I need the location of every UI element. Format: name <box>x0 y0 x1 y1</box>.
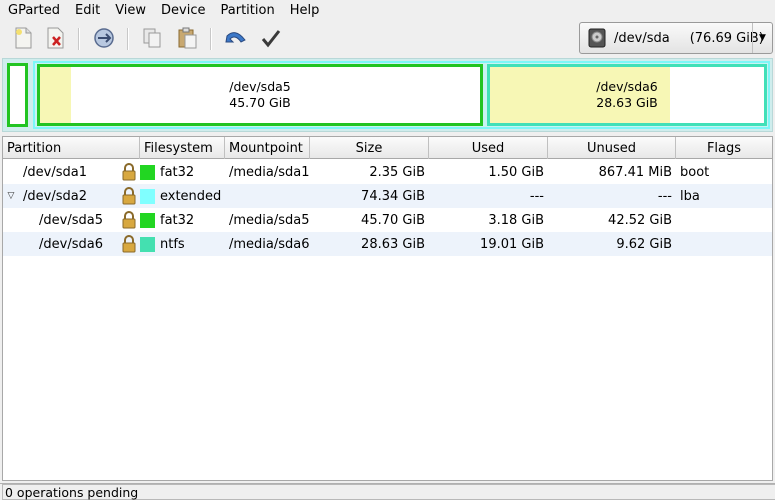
partition-graphic-size: 28.63 GiB <box>596 95 658 110</box>
menu-gparted[interactable]: GParted <box>8 3 60 18</box>
flags: lba <box>680 188 700 204</box>
partition-graphic-size: 45.70 GiB <box>229 95 291 110</box>
column-header-size[interactable]: Size <box>310 137 429 159</box>
new-partition-button[interactable] <box>9 24 37 52</box>
size: 28.63 GiB <box>361 236 425 252</box>
apply-button[interactable] <box>257 24 285 52</box>
unused: 42.52 GiB <box>608 212 672 228</box>
table-header: Partition Filesystem Mountpoint Size Use… <box>3 137 772 159</box>
partition-graphic-sda1[interactable] <box>7 63 28 127</box>
column-header-filesystem[interactable]: Filesystem <box>140 137 225 159</box>
mountpoint: /media/sda6 <box>229 236 310 252</box>
partition-graphic-sda5[interactable]: /dev/sda5 45.70 GiB <box>37 64 483 126</box>
flags <box>676 208 772 232</box>
device-name: /dev/sda <box>614 30 670 46</box>
menubar: GParted Edit View Device Partition Help <box>0 0 775 21</box>
column-header-used[interactable]: Used <box>429 137 548 159</box>
new-icon <box>15 27 32 49</box>
partition-table: Partition Filesystem Mountpoint Size Use… <box>2 136 773 481</box>
lock-icon <box>122 235 136 253</box>
filesystem: ntfs <box>160 236 185 252</box>
copy-button[interactable] <box>138 24 166 52</box>
mountpoint <box>225 184 310 208</box>
filesystem-color-swatch <box>140 212 155 228</box>
chevron-down-icon: ▼ <box>752 23 772 53</box>
disk-graphic: /dev/sda5 45.70 GiB /dev/sda6 28.63 GiB <box>2 58 773 132</box>
expander-icon[interactable]: ▽ <box>5 191 17 201</box>
table-row[interactable]: ▽ /dev/sda2 extended 74.34 GiB --- --- l… <box>3 184 772 208</box>
resize-move-icon <box>94 28 114 48</box>
status-bar: 0 operations pending <box>0 483 775 500</box>
filesystem: fat32 <box>160 164 195 180</box>
menu-view[interactable]: View <box>115 3 146 18</box>
used: 3.18 GiB <box>488 212 544 228</box>
column-header-flags[interactable]: Flags <box>676 137 772 159</box>
size: 74.34 GiB <box>361 188 425 204</box>
paste-icon <box>178 27 197 49</box>
device-selector[interactable]: /dev/sda (76.69 GiB) ▼ <box>579 22 773 54</box>
mountpoint: /media/sda5 <box>229 212 310 228</box>
harddisk-icon <box>588 28 606 48</box>
column-header-unused[interactable]: Unused <box>548 137 676 159</box>
menu-edit[interactable]: Edit <box>75 3 100 18</box>
partition-graphic-name: /dev/sda5 <box>229 79 291 94</box>
toolbar-separator <box>78 28 80 50</box>
resize-move-button[interactable] <box>90 24 118 52</box>
paste-button[interactable] <box>173 24 201 52</box>
toolbar-separator <box>127 28 129 50</box>
undo-button[interactable] <box>222 24 250 52</box>
table-row[interactable]: /dev/sda5 fat32 /media/sda5 45.70 GiB 3.… <box>3 208 772 232</box>
copy-icon <box>143 28 161 48</box>
column-header-mountpoint[interactable]: Mountpoint <box>225 137 310 159</box>
partition-graphic-name: /dev/sda6 <box>596 79 658 94</box>
partition-graphic-label: /dev/sda6 28.63 GiB <box>490 79 764 111</box>
filesystem-color-swatch <box>140 188 155 204</box>
size: 2.35 GiB <box>369 164 425 180</box>
used: 1.50 GiB <box>488 164 544 180</box>
partition-name: /dev/sda5 <box>39 212 103 228</box>
undo-icon <box>225 32 246 43</box>
filesystem-color-swatch <box>140 164 155 180</box>
used: --- <box>529 188 544 204</box>
filesystem: extended <box>160 188 222 204</box>
unused: 867.41 MiB <box>598 164 672 180</box>
unused: --- <box>657 188 672 204</box>
mountpoint: /media/sda1 <box>229 164 310 180</box>
menu-help[interactable]: Help <box>290 3 320 18</box>
delete-icon <box>47 27 64 49</box>
partition-graphic-sda6[interactable]: /dev/sda6 28.63 GiB <box>487 64 767 126</box>
delete-partition-button[interactable] <box>41 24 69 52</box>
filesystem: fat32 <box>160 212 195 228</box>
apply-icon <box>261 30 281 48</box>
filesystem-color-swatch <box>140 236 155 252</box>
table-row[interactable]: /dev/sda6 ntfs /media/sda6 28.63 GiB 19.… <box>3 232 772 256</box>
unused: 9.62 GiB <box>616 236 672 252</box>
toolbar-separator <box>210 28 212 50</box>
column-header-partition[interactable]: Partition <box>3 137 140 159</box>
flags <box>676 232 772 256</box>
partition-graphic-label: /dev/sda5 45.70 GiB <box>40 79 480 111</box>
status-text: 0 operations pending <box>2 484 775 500</box>
menu-device[interactable]: Device <box>161 3 205 18</box>
menu-partition[interactable]: Partition <box>221 3 275 18</box>
flags: boot <box>680 164 710 180</box>
lock-icon <box>122 211 136 229</box>
partition-name: /dev/sda1 <box>23 164 87 180</box>
lock-icon <box>122 187 136 205</box>
partition-name: /dev/sda2 <box>23 188 87 204</box>
size: 45.70 GiB <box>361 212 425 228</box>
lock-icon <box>122 163 136 181</box>
partition-name: /dev/sda6 <box>39 236 103 252</box>
used: 19.01 GiB <box>480 236 544 252</box>
table-row[interactable]: /dev/sda1 fat32 /media/sda1 2.35 GiB 1.5… <box>3 160 772 184</box>
